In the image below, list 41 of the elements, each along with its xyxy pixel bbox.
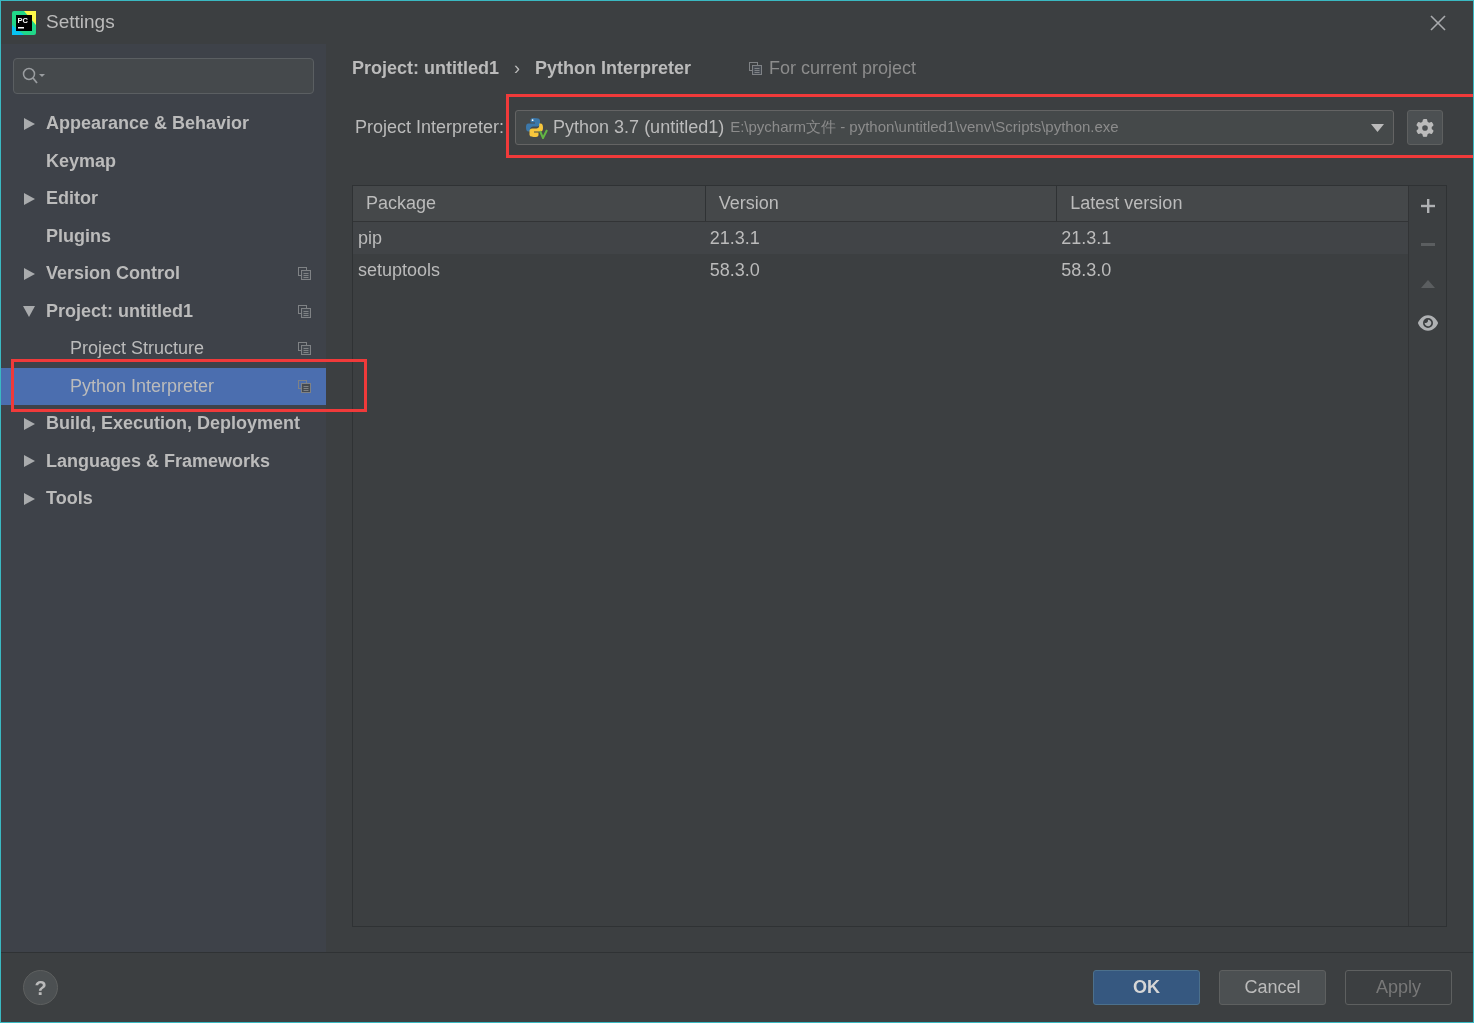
package-row[interactable]: pip 21.3.1 21.3.1	[353, 222, 1408, 254]
python-logo-icon	[525, 116, 549, 139]
breadcrumb-item: Python Interpreter	[535, 56, 692, 80]
caret-right-icon[interactable]	[23, 192, 35, 205]
sidebar-item[interactable]: Editor	[1, 180, 326, 218]
sidebar-item[interactable]: Keymap	[1, 142, 326, 180]
caret-right-icon[interactable]	[23, 455, 35, 468]
column-header[interactable]: Version	[704, 186, 1057, 221]
help-button[interactable]: ?	[23, 970, 58, 1005]
interpreter-dropdown[interactable]: Python 3.7 (untitled1) E:\pycharm文件 - python\untitled1\venv\Scripts\python.exe	[515, 110, 1394, 145]
sidebar-item[interactable]: Project Structure	[1, 330, 326, 368]
sidebar-item[interactable]: Project: untitled1	[1, 292, 326, 330]
search-field[interactable]	[13, 58, 314, 94]
close-icon[interactable]	[1430, 14, 1446, 31]
eye-icon[interactable]	[1417, 312, 1438, 333]
search-icon	[22, 67, 46, 85]
sidebar-item[interactable]: Languages & Frameworks	[1, 442, 326, 480]
caret-right-icon[interactable]	[23, 417, 35, 430]
breadcrumb-separator: ›	[514, 56, 520, 80]
caret-right-icon[interactable]	[23, 267, 35, 280]
sidebar-item[interactable]: Build, Execution, Deployment	[1, 405, 326, 443]
settings-icon	[1416, 118, 1434, 137]
column-header[interactable]: Package	[353, 186, 705, 221]
ok-button[interactable]: OK	[1093, 970, 1200, 1005]
dialog-button[interactable]: Cancel	[1219, 970, 1326, 1005]
caret-right-icon[interactable]	[23, 117, 35, 130]
settings-button[interactable]	[1407, 110, 1443, 145]
column-header[interactable]: Latest version	[1056, 186, 1408, 221]
sidebar-item[interactable]: Plugins	[1, 217, 326, 255]
sidebar-item[interactable]: Tools	[1, 480, 326, 518]
interpreter-label: Project Interpreter:	[355, 116, 505, 139]
dropdown-caret-icon	[1371, 123, 1384, 132]
window-title: Settings	[46, 10, 115, 35]
caret-right-icon[interactable]	[23, 492, 35, 505]
sidebar-item[interactable]: Version Control	[1, 255, 326, 293]
caret-down-icon[interactable]	[23, 305, 35, 318]
scope-note: For current project	[769, 56, 917, 80]
breadcrumb-item: Project: untitled1	[352, 56, 499, 80]
plus-icon[interactable]	[1420, 198, 1435, 213]
sidebar-item[interactable]: Appearance & Behavior	[1, 105, 326, 143]
stacked-pages-icon	[749, 61, 763, 75]
